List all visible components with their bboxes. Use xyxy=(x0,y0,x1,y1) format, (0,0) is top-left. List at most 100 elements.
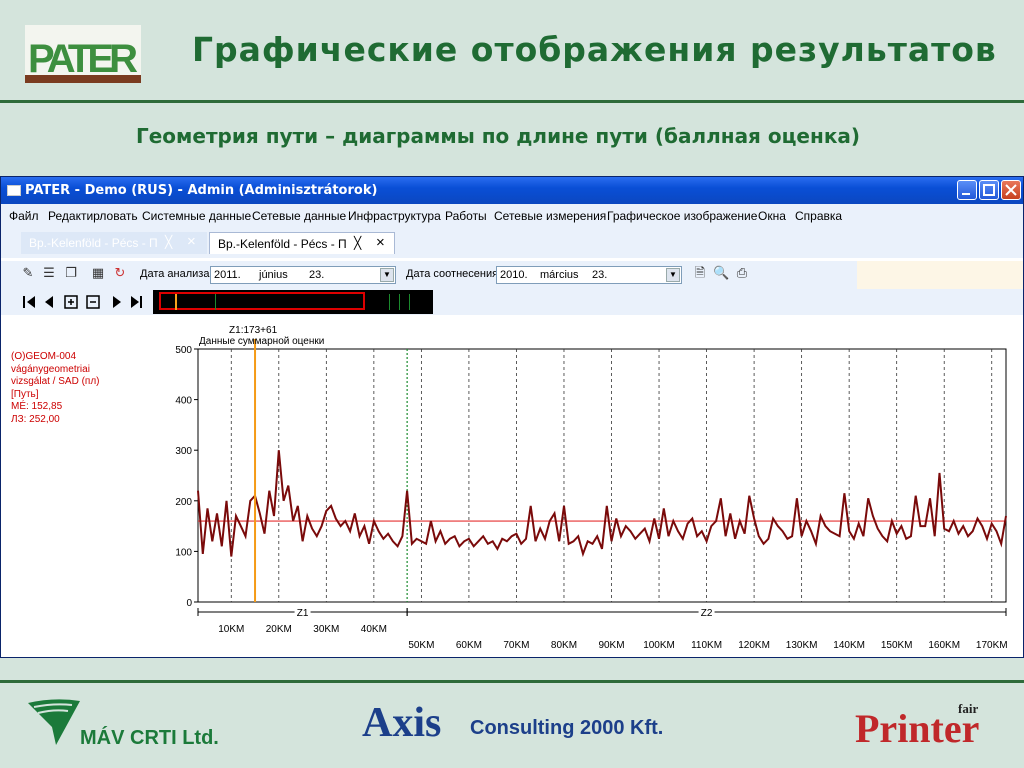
x-tick-label: 70KM xyxy=(503,640,529,651)
chevron-down-icon[interactable]: ▼ xyxy=(380,268,394,282)
overview-marker xyxy=(409,294,410,310)
toolbar-dates: ✎ ☰ ❐ ▦ ↻ Дата анализа 2011. június 23. … xyxy=(1,261,1023,289)
list-icon[interactable]: ☰ xyxy=(42,267,56,281)
tab-document-1[interactable]: Bp.-Kelenföld - Pécs - П ╳ × xyxy=(21,232,207,254)
compare-year: 2010. xyxy=(500,269,528,281)
header-divider xyxy=(0,100,1024,103)
compare-date-label: Дата соотнесения xyxy=(406,268,499,280)
x-tick-label: 10KM xyxy=(218,624,244,635)
x-tick-label: 50KM xyxy=(408,640,434,651)
compare-day: 23. xyxy=(592,269,608,281)
refresh-icon[interactable]: ↻ xyxy=(113,267,127,281)
x-tick-label: 130KM xyxy=(786,640,818,651)
x-tick-label: 160KM xyxy=(928,640,960,651)
overview-cursor xyxy=(175,294,177,310)
x-tick-label: 90KM xyxy=(598,640,624,651)
footer: MÁV CRTI Ltd. Axis Consulting 2000 Kft. … xyxy=(0,683,1024,768)
y-axis: 0 100 200 300 400 500 xyxy=(175,345,198,609)
y-tick-label: 300 xyxy=(175,446,192,457)
analysis-month: június xyxy=(259,269,288,281)
menu-network-measurements[interactable]: Сетевые измерения xyxy=(494,209,606,223)
zone-label: Z1 xyxy=(297,608,309,619)
menu-graphics[interactable]: Графическое изображение xyxy=(607,209,757,223)
next-icon[interactable] xyxy=(113,296,121,308)
grid-icon[interactable]: ▦ xyxy=(91,267,105,281)
x-tick-label: 20KM xyxy=(266,624,292,635)
x-tick-label: 150KM xyxy=(881,640,913,651)
y-tick-label: 400 xyxy=(175,396,192,407)
slide-header: PATER Графические отображения результато… xyxy=(0,0,1024,100)
mav-crti-text: MÁV CRTI Ltd. xyxy=(80,727,219,749)
x-tick-label: 110KM xyxy=(691,640,722,651)
tab-label: Bp.-Kelenföld - Pécs - П xyxy=(218,237,347,251)
toolbar-spacer xyxy=(857,261,1023,289)
close-button[interactable] xyxy=(1001,180,1021,200)
cursor-label: Z1:173+61 xyxy=(229,325,278,336)
minimize-icon xyxy=(962,193,970,195)
overview-marker xyxy=(389,294,390,310)
tab-label: Bp.-Kelenföld - Pécs - П xyxy=(29,236,158,250)
previous-icon[interactable] xyxy=(45,296,53,308)
expand-icon[interactable] xyxy=(64,295,78,309)
x-tick-label: 80KM xyxy=(551,640,577,651)
x-tick-label: 30KM xyxy=(313,624,339,635)
printer-fair-label: fair xyxy=(958,701,979,716)
pater-logo-text: PATER xyxy=(28,37,138,81)
analysis-year: 2011. xyxy=(214,269,241,281)
y-tick-label: 100 xyxy=(175,547,192,558)
menu-bar: Файл Редактирловать Системные данные Сет… xyxy=(1,204,1023,228)
menu-system-data[interactable]: Системные данные xyxy=(142,209,251,223)
pater-logo: PATER xyxy=(25,25,141,83)
first-icon[interactable] xyxy=(23,296,35,308)
pin-icon[interactable]: ╳ xyxy=(354,236,361,250)
chart-panel: (O)GEOM-004 vágánygeometriai vizsgálat /… xyxy=(1,317,1023,657)
edit-icon[interactable]: ✎ xyxy=(21,267,35,281)
navigation-buttons xyxy=(23,295,142,309)
collapse-icon[interactable] xyxy=(86,295,100,309)
document-icon[interactable]: 🗎 xyxy=(693,267,707,281)
y-tick-label: 500 xyxy=(175,345,192,356)
close-icon xyxy=(1005,184,1017,196)
overview-strip[interactable] xyxy=(153,290,433,314)
axis-logo: Axis xyxy=(362,700,442,746)
app-window: PATER - Demo (RUS) - Admin (Adminisztrát… xyxy=(0,176,1024,658)
x-tick-label: 170KM xyxy=(976,640,1008,651)
tab-close-icon[interactable]: × xyxy=(376,234,385,251)
last-icon[interactable] xyxy=(131,296,142,308)
menu-edit[interactable]: Редактирловать xyxy=(48,209,138,223)
menu-network-data[interactable]: Сетевые данные xyxy=(252,209,346,223)
menu-works[interactable]: Работы xyxy=(445,209,487,223)
compare-date-select[interactable]: 2010. március 23. ▼ xyxy=(496,266,682,284)
x-tick-label: 140KM xyxy=(833,640,865,651)
page-subtitle: Геометрия пути – диаграммы по длине пути… xyxy=(136,124,861,148)
tab-close-icon[interactable]: × xyxy=(187,233,196,250)
analysis-date-select[interactable]: 2011. június 23. ▼ xyxy=(210,266,396,284)
x-tick-label: 120KM xyxy=(738,640,770,651)
analysis-date-label: Дата анализа xyxy=(140,268,210,280)
x-axis: 10KM 20KM 30KM 40KM 50KM 60KM 70KM 80KM 90KM 100K… xyxy=(218,624,1007,651)
window-titlebar[interactable]: PATER - Demo (RUS) - Admin (Adminisztrát… xyxy=(1,177,1023,204)
minimize-button[interactable] xyxy=(957,180,977,200)
overview-marker xyxy=(399,294,400,310)
menu-infrastructure[interactable]: Инфраструктура xyxy=(348,209,441,223)
viewport-marker[interactable] xyxy=(159,292,365,310)
copy-icon[interactable]: ❐ xyxy=(64,267,78,281)
y-tick-label: 0 xyxy=(186,598,192,609)
maximize-button[interactable] xyxy=(979,180,999,200)
tab-row: Bp.-Kelenföld - Pécs - П ╳ × Bp.-Kelenfö… xyxy=(1,228,1023,258)
app-icon xyxy=(7,185,21,196)
pin-icon[interactable]: ╳ xyxy=(165,235,172,249)
window-title: PATER - Demo (RUS) - Admin (Adminisztrát… xyxy=(25,183,378,198)
plot-frame xyxy=(197,348,1007,603)
maximize-icon xyxy=(983,184,995,196)
print-preview-icon[interactable]: 🔍 xyxy=(713,267,729,281)
line-chart[interactable]: 0 100 200 300 400 500 10KM 20KM 30KM 40KM 50KM 60K… xyxy=(1,317,1023,657)
menu-file[interactable]: Файл xyxy=(9,209,39,223)
tab-document-2[interactable]: Bp.-Kelenföld - Pécs - П ╳ × xyxy=(209,232,395,254)
chevron-down-icon[interactable]: ▼ xyxy=(666,268,680,282)
menu-windows[interactable]: Окна xyxy=(758,209,786,223)
menu-help[interactable]: Справка xyxy=(795,209,842,223)
zone-axis: Z1 Z2 xyxy=(197,606,1007,619)
analysis-day: 23. xyxy=(309,269,325,281)
printer-icon[interactable]: ⎙ xyxy=(735,267,749,281)
